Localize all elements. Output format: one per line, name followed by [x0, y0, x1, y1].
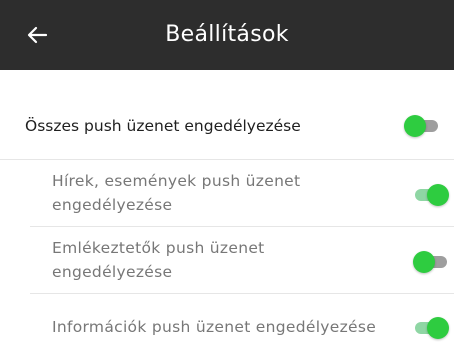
toggle-news-events[interactable] [413, 183, 449, 207]
setting-row-all-push: Összes push üzenet engedélyezése [0, 92, 454, 160]
setting-label-line2: engedélyezése [52, 263, 173, 281]
setting-row-information: Információk push üzenet engedélyezése [30, 294, 454, 361]
setting-label-news-events: Hírek, események push üzenet engedélyezés… [52, 169, 352, 217]
toggle-knob [413, 251, 435, 273]
setting-row-reminders: Emlékeztetők push üzenet engedélyezése [30, 227, 454, 294]
app-bar: Beállítások [0, 0, 454, 70]
toggle-knob [427, 317, 449, 339]
setting-label-information: Információk push üzenet engedélyezése [52, 318, 377, 336]
setting-label-line1: Emlékeztetők push üzenet [52, 239, 265, 257]
toggle-information[interactable] [413, 316, 449, 340]
setting-label-line1: Hírek, események push üzenet [52, 172, 301, 190]
setting-row-news-events: Hírek, események push üzenet engedélyezés… [30, 160, 454, 227]
setting-label-all-push: Összes push üzenet engedélyezése [25, 117, 301, 135]
toggle-reminders[interactable] [413, 250, 449, 274]
toggle-all-push[interactable] [404, 114, 440, 138]
page-title: Beállítások [165, 22, 289, 47]
settings-list: Összes push üzenet engedélyezése Hírek, … [0, 92, 454, 361]
setting-label-reminders: Emlékeztetők push üzenet engedélyezése [52, 236, 352, 284]
toggle-knob [404, 115, 426, 137]
toggle-knob [427, 184, 449, 206]
setting-label-line2: engedélyezése [52, 196, 173, 214]
